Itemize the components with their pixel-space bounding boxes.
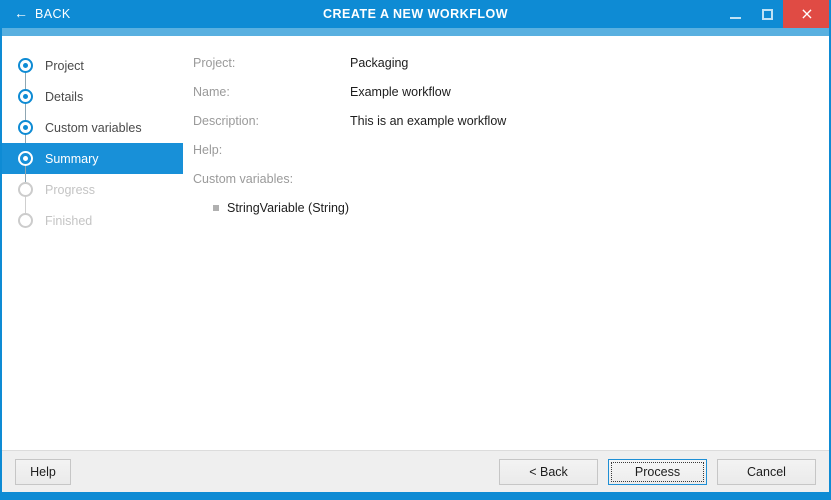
- summary-panel: Project: Packaging Name: Example workflo…: [183, 36, 829, 450]
- back-button[interactable]: ← BACK: [14, 5, 71, 21]
- dialog-footer: Help < Back Process Cancel: [2, 450, 829, 492]
- step-marker-icon: [18, 58, 33, 73]
- step-marker-icon: [18, 89, 33, 104]
- field-row-name: Name: Example workflow: [193, 85, 829, 100]
- cancel-button[interactable]: Cancel: [717, 458, 816, 485]
- sidebar-item-summary[interactable]: Summary: [2, 143, 183, 190]
- field-label: Description:: [193, 114, 259, 128]
- field-row-help: Help:: [193, 143, 829, 158]
- close-button[interactable]: ×: [783, 0, 829, 28]
- field-row-description: Description: This is an example workflow: [193, 114, 829, 129]
- step-navigation: Project Details Custom variables Summary: [2, 36, 183, 450]
- bottom-accent-strip: [2, 492, 829, 500]
- maximize-icon: [761, 8, 773, 20]
- field-value: Packaging: [350, 56, 409, 70]
- list-item: StringVariable (String): [213, 201, 829, 215]
- bullet-square-icon: [213, 205, 219, 211]
- close-icon: ×: [800, 4, 814, 23]
- sidebar-item-label: Progress: [45, 182, 96, 197]
- window-title: CREATE A NEW WORKFLOW: [322, 7, 508, 21]
- field-row-custom-variables: Custom variables:: [193, 172, 829, 187]
- field-label: Custom variables:: [193, 172, 294, 186]
- minimize-button[interactable]: [719, 0, 751, 28]
- field-label: Project:: [193, 56, 236, 70]
- field-value: This is an example workflow: [350, 114, 507, 128]
- step-marker-icon: [18, 213, 33, 228]
- maximize-button[interactable]: [751, 0, 783, 28]
- sidebar-item-details[interactable]: Details: [2, 81, 183, 128]
- process-button-label: Process: [634, 464, 681, 479]
- field-label: Name:: [193, 85, 230, 99]
- custom-variable-label: StringVariable (String): [227, 201, 350, 215]
- title-bar: ← BACK CREATE A NEW WORKFLOW ×: [2, 0, 829, 28]
- sidebar-item-project[interactable]: Project: [2, 50, 183, 97]
- sidebar-item-label: Project: [45, 58, 84, 73]
- step-marker-icon: [18, 151, 33, 166]
- field-value: Example workflow: [350, 85, 451, 99]
- title-accent-strip: [2, 28, 829, 36]
- help-button[interactable]: Help: [15, 458, 71, 485]
- sidebar-item-finished: Finished: [2, 205, 183, 236]
- sidebar-item-label: Custom variables: [45, 120, 142, 135]
- step-marker-icon: [18, 120, 33, 135]
- back-nav-button[interactable]: < Back: [499, 458, 598, 485]
- arrow-left-icon: ←: [14, 5, 28, 21]
- back-button-label: BACK: [35, 7, 71, 21]
- field-row-project: Project: Packaging: [193, 56, 829, 71]
- sidebar-item-custom-variables[interactable]: Custom variables: [2, 112, 183, 159]
- custom-variables-list: StringVariable (String): [193, 201, 829, 215]
- field-label: Help:: [193, 143, 223, 157]
- dialog-body: Project Details Custom variables Summary: [2, 36, 829, 450]
- sidebar-item-label: Details: [45, 89, 84, 104]
- window-controls: ×: [719, 0, 829, 28]
- step-marker-icon: [18, 182, 33, 197]
- sidebar-item-label: Summary: [45, 151, 99, 166]
- create-workflow-window: ← BACK CREATE A NEW WORKFLOW × Project D…: [0, 0, 831, 500]
- sidebar-item-label: Finished: [45, 213, 93, 228]
- sidebar-item-progress: Progress: [2, 174, 183, 221]
- process-button[interactable]: Process: [608, 458, 707, 485]
- minimize-icon: [729, 16, 741, 19]
